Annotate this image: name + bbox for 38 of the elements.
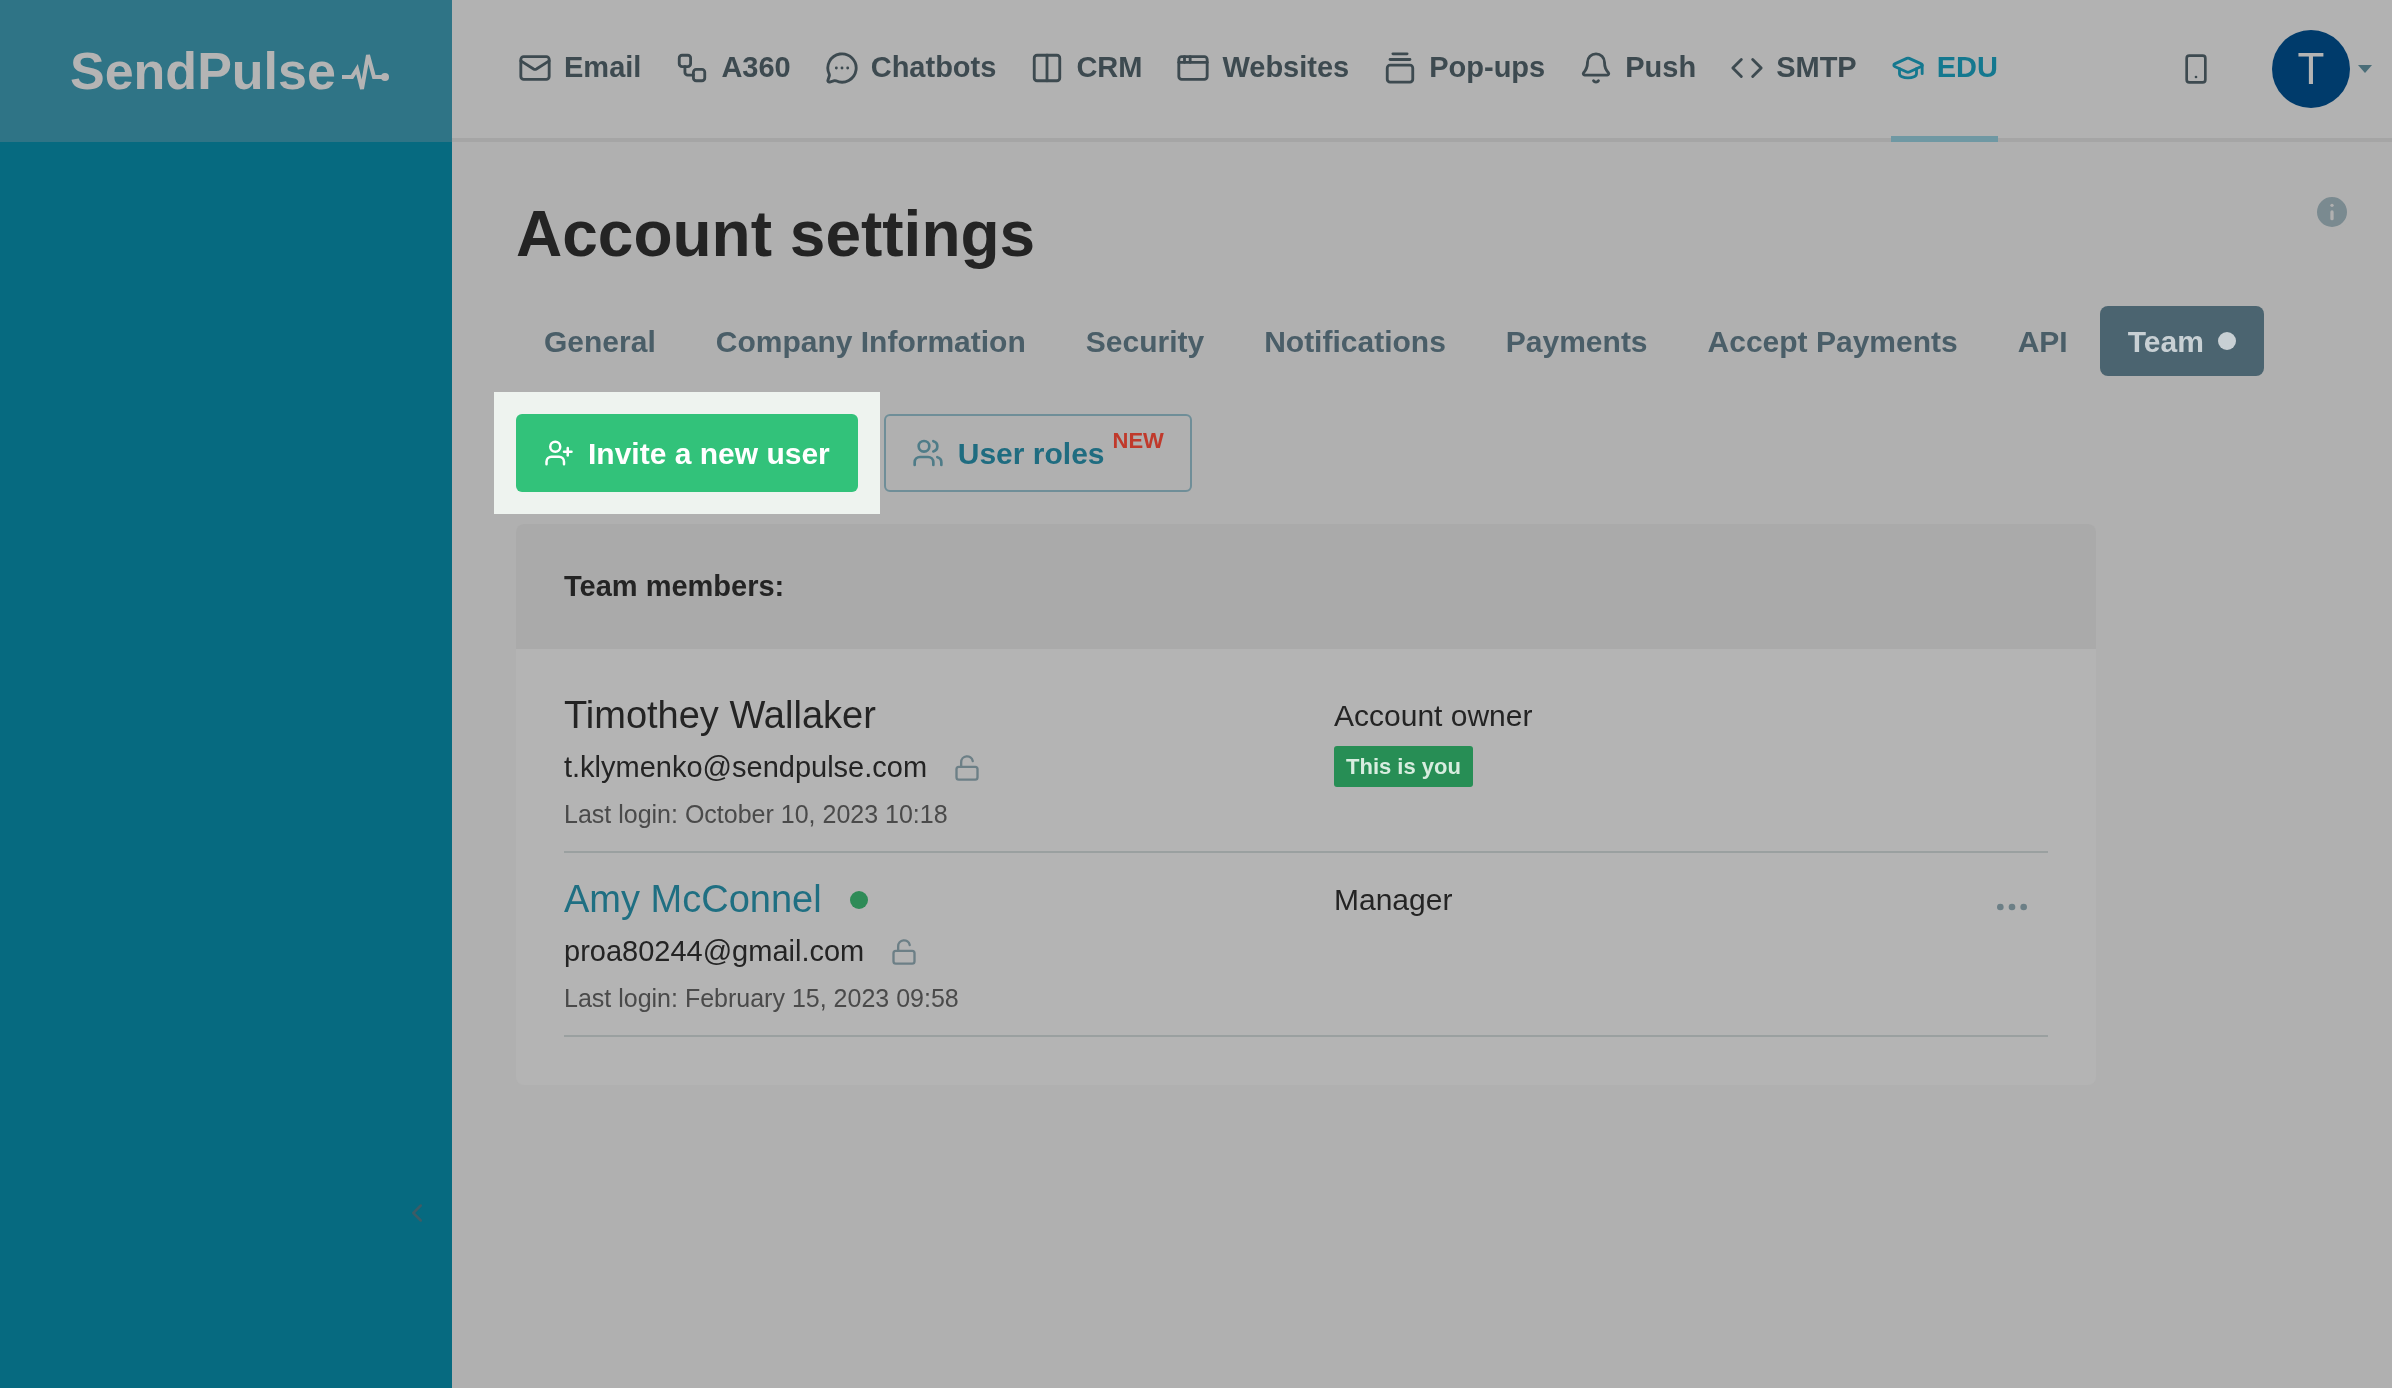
settings-tab[interactable]: Team [2099, 306, 2264, 376]
settings-tab[interactable]: General [516, 306, 684, 376]
settings-tab[interactable]: Payments [1477, 306, 1676, 376]
settings-tab[interactable]: Security [1057, 306, 1233, 376]
nav-item[interactable]: Pop-ups [1383, 0, 1546, 142]
user-roles-button[interactable]: User roles NEW [883, 414, 1192, 492]
member-role: Account owner [1334, 698, 1533, 734]
this-is-you-badge: This is you [1334, 746, 1473, 787]
settings-tab[interactable]: Company Information [687, 306, 1054, 376]
add-user-icon [544, 438, 574, 468]
nav-item[interactable]: Push [1579, 0, 1697, 142]
invite-user-button[interactable]: Invite a new user [516, 414, 858, 492]
last-login: Last login: October 10, 2023 10:18 [564, 798, 949, 830]
settings-tab[interactable]: API [1989, 306, 2096, 376]
nav-item[interactable]: Chatbots [824, 0, 997, 142]
logo[interactable]: SendPulse [70, 32, 390, 110]
nav-item[interactable]: EDU [1890, 0, 1998, 142]
member-email: t.klymenko@sendpulse.com [564, 750, 928, 785]
caret-icon[interactable] [2358, 65, 2372, 73]
unlocked-padlock-icon[interactable] [890, 937, 919, 966]
settings-tab[interactable]: Accept Payments [1679, 306, 1986, 376]
nav-item[interactable]: Websites [1176, 0, 1350, 142]
member-role: Manager [1334, 882, 1453, 918]
users-icon [911, 437, 944, 469]
member-name: Timothey Wallaker [564, 693, 876, 738]
last-login: Last login: February 15, 2023 09:58 [564, 982, 960, 1014]
settings-tab[interactable]: Notifications [1236, 306, 1474, 376]
new-label: NEW [1112, 426, 1164, 455]
chat-bubble-icon [824, 51, 859, 85]
card-heading: Team members: [564, 568, 785, 604]
nav-item[interactable]: CRM [1030, 0, 1143, 142]
member-email: proa80244@gmail.com [564, 934, 865, 969]
nav-item[interactable]: A360 [675, 0, 791, 142]
unlocked-padlock-icon[interactable] [953, 753, 982, 782]
nav-item[interactable]: SMTP [1730, 0, 1857, 142]
avatar[interactable]: T [2272, 30, 2350, 108]
member-name-link[interactable]: Amy McConnel [564, 871, 822, 928]
nav-item[interactable]: Email [518, 0, 642, 142]
